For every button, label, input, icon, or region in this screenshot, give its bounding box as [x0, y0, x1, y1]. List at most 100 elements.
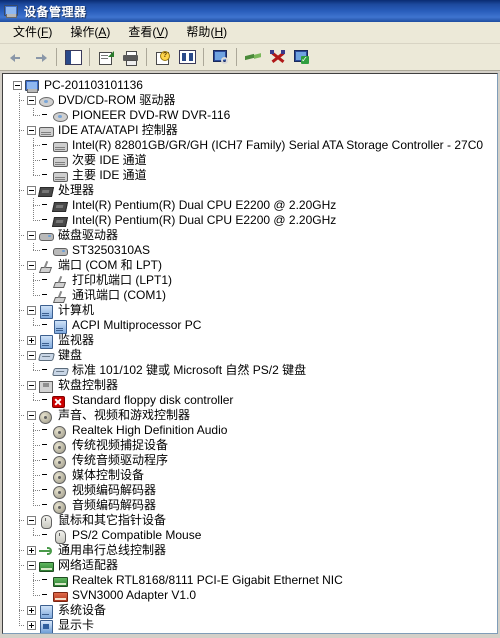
- view-button[interactable]: [175, 46, 199, 68]
- sound-icon: [52, 483, 68, 499]
- tree-node[interactable]: 鼠标和其它指针设备: [3, 513, 497, 529]
- tree-connector-line: [33, 475, 41, 476]
- tree-connector-line: [33, 250, 41, 251]
- tree-leaf-spacer: [41, 501, 50, 510]
- tree-node-label: 计算机: [58, 303, 95, 317]
- tree-node[interactable]: Intel(R) Pentium(R) Dual CPU E2200 @ 2.2…: [3, 198, 497, 213]
- tree-node[interactable]: 监视器: [3, 333, 497, 349]
- tree-node[interactable]: ST3250310AS: [3, 243, 497, 258]
- network-adapter-icon: [52, 573, 68, 589]
- tree-connector-line: [19, 235, 24, 236]
- tree-node[interactable]: Standard floppy disk controller: [3, 393, 497, 408]
- tree-node[interactable]: 声音、视频和游戏控制器: [3, 408, 497, 424]
- print-button[interactable]: [118, 46, 142, 68]
- collapse-minus-icon[interactable]: [27, 96, 36, 105]
- system-device-icon: [38, 603, 54, 619]
- tree-connector-line: [19, 550, 24, 551]
- ide-controller-icon: [38, 123, 54, 139]
- tree-node[interactable]: Realtek RTL8168/8111 PCI-E Gigabit Ether…: [3, 573, 497, 588]
- tree-node[interactable]: 媒体控制设备: [3, 468, 497, 484]
- collapse-minus-icon[interactable]: [27, 561, 36, 570]
- tree-connector-line: [33, 115, 41, 116]
- collapse-minus-icon[interactable]: [27, 261, 36, 270]
- collapse-minus-icon[interactable]: [27, 126, 36, 135]
- update-driver-button[interactable]: ✓: [289, 46, 313, 68]
- tree-node[interactable]: 系统设备: [3, 603, 497, 619]
- expand-plus-icon[interactable]: [27, 546, 36, 555]
- device-tree-pane[interactable]: PC-201103101136 DVD/CD-ROM 驱动器 PIONEER DVD…: [2, 73, 498, 634]
- tree-node[interactable]: 通讯端口 (COM1): [3, 288, 497, 303]
- scan-monitor-icon: [212, 50, 228, 64]
- collapse-minus-icon[interactable]: [13, 81, 22, 90]
- tree-node[interactable]: 端口 (COM 和 LPT): [3, 258, 497, 273]
- tree-node[interactable]: 传统视频捕捉设备: [3, 438, 497, 454]
- tree-node[interactable]: Realtek High Definition Audio: [3, 423, 497, 439]
- collapse-minus-icon[interactable]: [27, 306, 36, 315]
- tree-node[interactable]: Intel(R) 82801GB/GR/GH (ICH7 Family) Ser…: [3, 138, 497, 153]
- menu-action[interactable]: 操作(A): [61, 23, 119, 42]
- show-hide-tree-button[interactable]: [61, 46, 85, 68]
- collapse-minus-icon[interactable]: [27, 516, 36, 525]
- tree-node[interactable]: 键盘: [3, 348, 497, 363]
- expand-plus-icon[interactable]: [27, 606, 36, 615]
- tree-connector-line: [33, 175, 41, 176]
- menu-file[interactable]: 文件(F): [4, 23, 61, 42]
- tree-connector-line: [19, 385, 24, 386]
- tree-node[interactable]: PS/2 Compatible Mouse: [3, 528, 497, 544]
- menu-view[interactable]: 查看(V): [119, 23, 177, 42]
- help-button[interactable]: ?: [151, 46, 175, 68]
- tree-node[interactable]: 传统音频驱动程序: [3, 453, 497, 469]
- tree-node[interactable]: 主要 IDE 通道: [3, 168, 497, 183]
- tree-node[interactable]: PC-201103101136: [3, 78, 497, 93]
- client-area: PC-201103101136 DVD/CD-ROM 驱动器 PIONEER DVD…: [0, 71, 500, 638]
- tree-node-label: 键盘: [58, 348, 83, 362]
- tree-leaf-spacer: [41, 441, 50, 450]
- toolbar-separator-1: [56, 48, 57, 66]
- tree-node[interactable]: 软盘控制器: [3, 378, 497, 393]
- tree-node[interactable]: Intel(R) Pentium(R) Dual CPU E2200 @ 2.2…: [3, 213, 497, 228]
- tree-node[interactable]: PIONEER DVD-RW DVR-116: [3, 108, 497, 123]
- disk-drive-icon: [38, 228, 54, 244]
- menu-bar: 文件(F) 操作(A) 查看(V) 帮助(H): [0, 22, 500, 44]
- tree-node[interactable]: 标准 101/102 键或 Microsoft 自然 PS/2 键盘: [3, 363, 497, 378]
- tree-node[interactable]: 处理器: [3, 183, 497, 198]
- toolbar-separator-3: [146, 48, 147, 66]
- red-x-icon: [269, 50, 285, 64]
- error-icon: [52, 393, 68, 409]
- expand-plus-icon[interactable]: [27, 336, 36, 345]
- collapse-minus-icon[interactable]: [27, 351, 36, 360]
- title-bar[interactable]: 设备管理器: [0, 0, 500, 22]
- tree-node[interactable]: DVD/CD-ROM 驱动器: [3, 93, 497, 108]
- tree-node[interactable]: IDE ATA/ATAPI 控制器: [3, 123, 497, 138]
- tree-node[interactable]: 音频编码解码器: [3, 498, 497, 514]
- collapse-minus-icon[interactable]: [27, 231, 36, 240]
- forward-button[interactable]: [28, 46, 52, 68]
- collapse-minus-icon[interactable]: [27, 186, 36, 195]
- scan-hardware-changes-button[interactable]: [208, 46, 232, 68]
- collapse-minus-icon[interactable]: [27, 411, 36, 420]
- tree-node[interactable]: 视频编码解码器: [3, 483, 497, 499]
- tree-node[interactable]: 通用串行总线控制器: [3, 543, 497, 558]
- menu-help-accel: H: [214, 25, 224, 39]
- tree-node[interactable]: SVN3000 Adapter V1.0: [3, 588, 497, 603]
- tree-leaf-spacer: [41, 366, 50, 375]
- properties-button[interactable]: [94, 46, 118, 68]
- menu-help[interactable]: 帮助(H): [177, 23, 236, 42]
- tree-node[interactable]: 计算机: [3, 303, 497, 319]
- disable-device-button[interactable]: [241, 46, 265, 68]
- back-button[interactable]: [4, 46, 28, 68]
- port-icon: [38, 258, 54, 274]
- uninstall-device-button[interactable]: [265, 46, 289, 68]
- tree-node[interactable]: 次要 IDE 通道: [3, 153, 497, 168]
- tree-node-label: Realtek RTL8168/8111 PCI-E Gigabit Ether…: [72, 573, 343, 587]
- collapse-minus-icon[interactable]: [27, 381, 36, 390]
- tree-node[interactable]: 打印机端口 (LPT1): [3, 273, 497, 288]
- tree-node[interactable]: ACPI Multiprocessor PC: [3, 318, 497, 334]
- tree-node-label: ST3250310AS: [72, 243, 151, 257]
- tree-node-label: 磁盘驱动器: [58, 228, 119, 242]
- tree-connector-line: [19, 93, 20, 626]
- tree-node[interactable]: 网络适配器: [3, 558, 497, 573]
- tree-connector-line: [19, 340, 24, 341]
- tree-node[interactable]: 磁盘驱动器: [3, 228, 497, 243]
